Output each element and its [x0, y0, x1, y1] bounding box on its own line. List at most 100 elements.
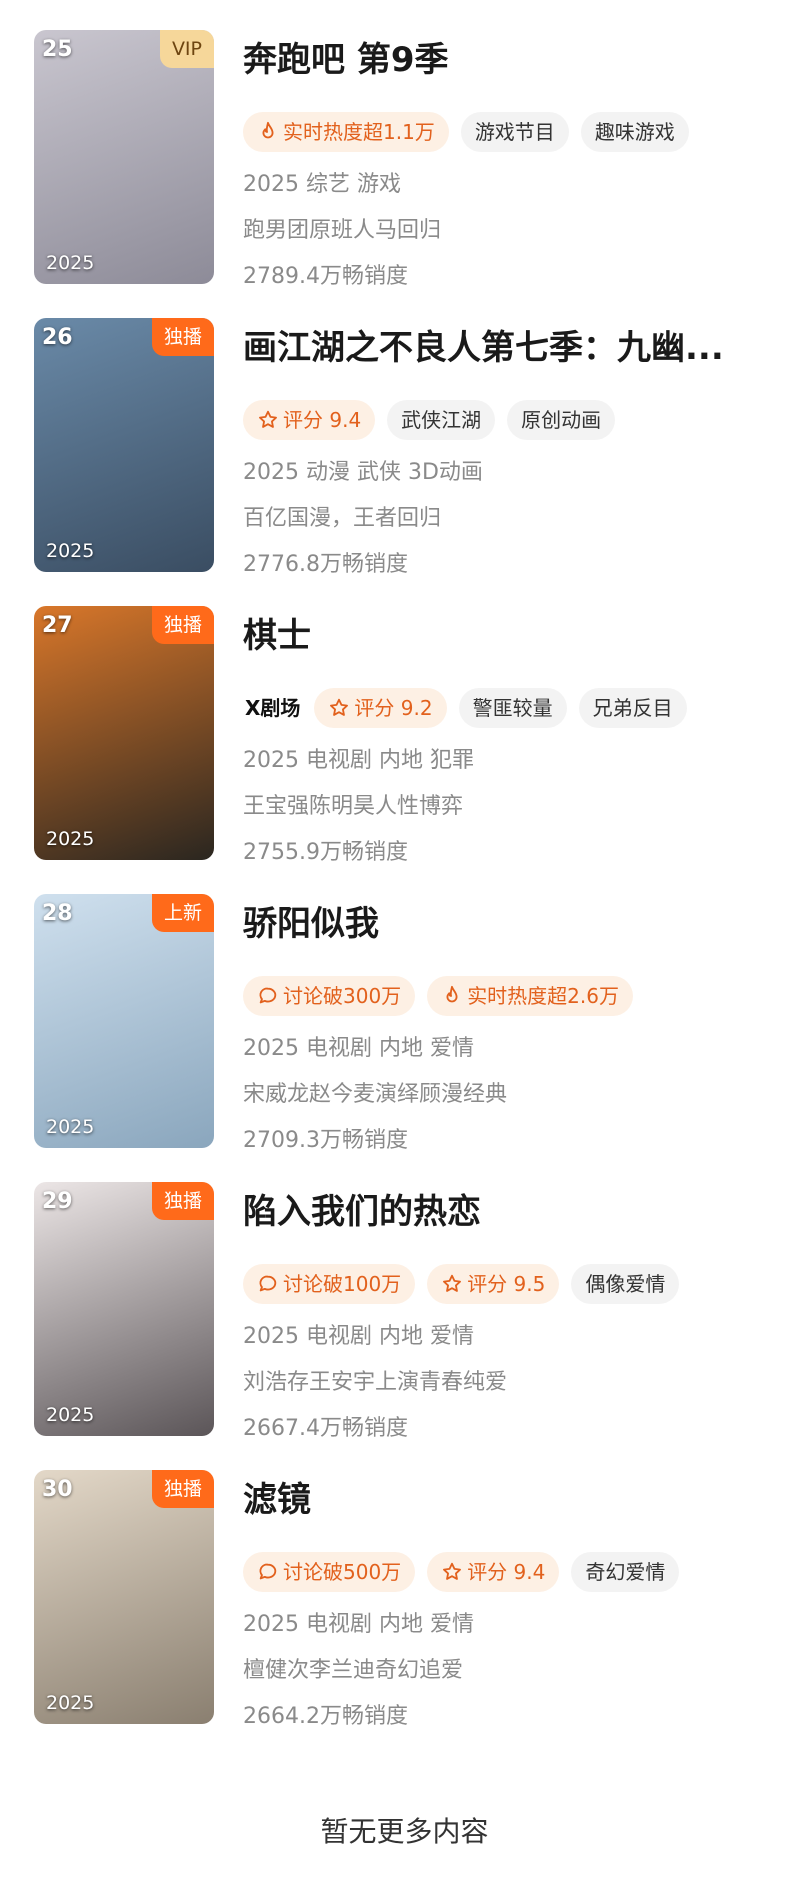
poster-thumbnail[interactable]: 上新 28 2025 — [34, 894, 214, 1148]
poster-thumbnail[interactable]: VIP 25 2025 — [34, 30, 214, 284]
show-title[interactable]: 画江湖之不良人第七季：九幽... — [243, 322, 783, 374]
poster-image — [34, 1182, 214, 1436]
poster-image — [34, 1470, 214, 1724]
tag[interactable]: 警匪较量 — [458, 688, 567, 728]
tag-label: 武侠江湖 — [401, 408, 482, 432]
tag[interactable]: 偶像爱情 — [571, 1264, 680, 1304]
description: 宋威龙赵今麦演绎顾漫经典 — [243, 1082, 508, 1107]
tag[interactable]: 讨论破500万 — [243, 1552, 416, 1592]
tag[interactable]: 实时热度超2.6万 — [427, 976, 633, 1016]
poster-thumbnail[interactable]: 独播 27 2025 — [34, 606, 214, 860]
sales-count: 2776.8万畅销度 — [243, 552, 408, 577]
tag-row: 实时热度超1.1万 游戏节目 趣味游戏 — [243, 112, 689, 154]
meta-line: 2025 电视剧 内地 犯罪 — [243, 748, 474, 773]
chat-icon — [257, 985, 279, 1007]
corner-badge: 独播 — [151, 318, 214, 356]
tag[interactable]: 武侠江湖 — [387, 400, 496, 440]
tag-label: 讨论破100万 — [283, 1272, 402, 1296]
star-icon — [441, 1273, 463, 1295]
show-title[interactable]: 奔跑吧 第9季 — [243, 34, 783, 86]
corner-badge: 独播 — [151, 1470, 214, 1508]
meta-line: 2025 电视剧 内地 爱情 — [243, 1612, 474, 1637]
rank-number: 29 — [42, 1189, 73, 1214]
poster-year: 2025 — [46, 540, 95, 562]
show-title[interactable]: 棋士 — [243, 610, 783, 662]
poster-image — [34, 318, 214, 572]
sales-count: 2667.4万畅销度 — [243, 1416, 408, 1441]
chat-icon — [257, 1561, 279, 1583]
sales-count: 2755.9万畅销度 — [243, 840, 408, 865]
poster-image — [34, 894, 214, 1148]
meta-line: 2025 动漫 武侠 3D动画 — [243, 460, 483, 485]
poster-image — [34, 30, 214, 284]
tag-label: X剧场 — [245, 696, 301, 720]
description: 百亿国漫，王者回归 — [243, 506, 442, 531]
tag-label: 实时热度超1.1万 — [283, 120, 435, 144]
tag[interactable]: X剧场 — [243, 688, 302, 728]
show-title[interactable]: 陷入我们的热恋 — [243, 1186, 783, 1238]
tag[interactable]: 评分 9.4 — [243, 400, 376, 440]
tag[interactable]: 实时热度超1.1万 — [243, 112, 449, 152]
flame-icon — [257, 121, 279, 143]
tag[interactable]: 游戏节目 — [460, 112, 569, 152]
description: 跑男团原班人马回归 — [243, 218, 442, 243]
chat-icon — [257, 1273, 279, 1295]
star-icon — [328, 697, 350, 719]
star-icon — [441, 1561, 463, 1583]
list-item[interactable]: VIP 25 2025 奔跑吧 第9季 实时热度超1.1万 游戏节目 趣味游戏 20… — [0, 30, 809, 290]
poster-thumbnail[interactable]: 独播 30 2025 — [34, 1470, 214, 1724]
star-icon — [257, 409, 279, 431]
poster-image — [34, 606, 214, 860]
tag-label: 实时热度超2.6万 — [467, 984, 619, 1008]
rank-number: 25 — [42, 37, 73, 62]
tag-row: X剧场 评分 9.2 警匪较量 兄弟反目 — [243, 688, 687, 730]
tag-label: 讨论破500万 — [283, 1560, 402, 1584]
tag[interactable]: 评分 9.4 — [427, 1552, 560, 1592]
rank-number: 28 — [42, 901, 73, 926]
tag[interactable]: 评分 9.5 — [427, 1264, 560, 1304]
rank-number: 26 — [42, 325, 73, 350]
corner-badge: 独播 — [151, 606, 214, 644]
list-item[interactable]: 上新 28 2025 骄阳似我 讨论破300万 实时热度超2.6万 2025 电视… — [0, 894, 809, 1154]
poster-thumbnail[interactable]: 独播 29 2025 — [34, 1182, 214, 1436]
tag[interactable]: 趣味游戏 — [580, 112, 689, 152]
meta-line: 2025 电视剧 内地 爱情 — [243, 1324, 474, 1349]
tag-label: 奇幻爱情 — [585, 1560, 666, 1584]
poster-thumbnail[interactable]: 独播 26 2025 — [34, 318, 214, 572]
list-item[interactable]: 独播 29 2025 陷入我们的热恋 讨论破100万 评分 9.5 偶像爱情 202… — [0, 1182, 809, 1442]
tag[interactable]: 评分 9.2 — [314, 688, 447, 728]
flame-icon — [441, 985, 463, 1007]
no-more-content: 暂无更多内容 — [320, 1815, 489, 1848]
tag-label: 游戏节目 — [474, 120, 555, 144]
tag-label: 警匪较量 — [472, 696, 553, 720]
tag-row: 讨论破500万 评分 9.4 奇幻爱情 — [243, 1552, 680, 1594]
poster-year: 2025 — [46, 1116, 95, 1138]
description: 檀健次李兰迪奇幻追爱 — [243, 1658, 464, 1683]
description: 王宝强陈明昊人性博弈 — [243, 794, 464, 819]
show-title[interactable]: 骄阳似我 — [243, 898, 783, 950]
sales-count: 2709.3万畅销度 — [243, 1128, 408, 1153]
tag[interactable]: 原创动画 — [507, 400, 616, 440]
tag-label: 偶像爱情 — [585, 1272, 666, 1296]
tag-label: 兄弟反目 — [592, 696, 673, 720]
poster-year: 2025 — [46, 1692, 95, 1714]
meta-line: 2025 电视剧 内地 爱情 — [243, 1036, 474, 1061]
poster-year: 2025 — [46, 1404, 95, 1426]
tag-label: 原创动画 — [521, 408, 602, 432]
list-item[interactable]: 独播 30 2025 滤镜 讨论破500万 评分 9.4 奇幻爱情 2025 电视剧… — [0, 1470, 809, 1730]
tag[interactable]: 奇幻爱情 — [571, 1552, 680, 1592]
tag[interactable]: 讨论破300万 — [243, 976, 416, 1016]
tag-row: 评分 9.4 武侠江湖 原创动画 — [243, 400, 616, 442]
show-title[interactable]: 滤镜 — [243, 1474, 783, 1526]
poster-year: 2025 — [46, 252, 95, 274]
list-item[interactable]: 独播 27 2025 棋士 X剧场 评分 9.2 警匪较量 兄弟反目 2025 电视剧… — [0, 606, 809, 866]
tag-row: 讨论破300万 实时热度超2.6万 — [243, 976, 633, 1018]
tag-label: 评分 9.2 — [354, 696, 433, 720]
tag-label: 评分 9.4 — [283, 408, 362, 432]
tag[interactable]: 兄弟反目 — [578, 688, 687, 728]
corner-badge: VIP — [159, 30, 214, 68]
tag[interactable]: 讨论破100万 — [243, 1264, 416, 1304]
corner-badge: 上新 — [151, 894, 214, 932]
tag-row: 讨论破100万 评分 9.5 偶像爱情 — [243, 1264, 680, 1306]
list-item[interactable]: 独播 26 2025 画江湖之不良人第七季：九幽... 评分 9.4 武侠江湖 原创… — [0, 318, 809, 578]
